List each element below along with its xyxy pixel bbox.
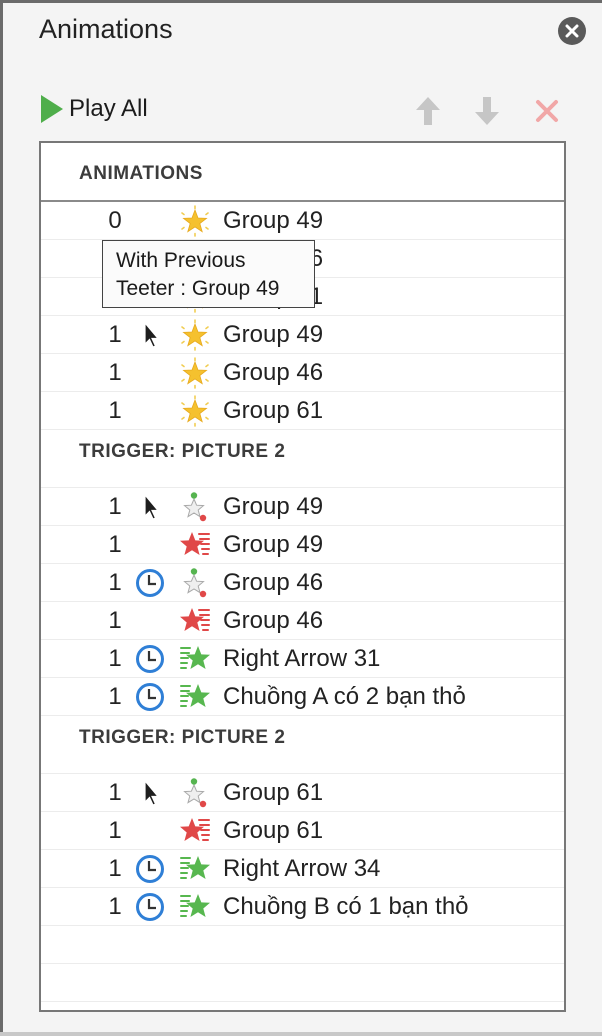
tooltip-timing: With Previous bbox=[116, 249, 246, 272]
list-header-title: ANIMATIONS bbox=[79, 163, 203, 184]
exit-star-icon bbox=[179, 815, 211, 847]
animation-target-name: Group 46 bbox=[223, 359, 324, 386]
animation-target-name: Group 61 bbox=[223, 817, 324, 844]
sparkle-star-icon bbox=[179, 357, 211, 389]
animation-order: 1 bbox=[108, 493, 122, 520]
exit-star-icon bbox=[179, 605, 211, 637]
on-click-pointer-icon bbox=[135, 492, 165, 522]
arrow-down-icon bbox=[475, 97, 499, 125]
exit-star-icon bbox=[179, 529, 211, 561]
animation-row[interactable]: 1 Right Arrow 34 bbox=[41, 850, 564, 888]
animation-row[interactable]: 1 Right Arrow 31 bbox=[41, 640, 564, 678]
panel-bottom-edge bbox=[0, 1032, 602, 1036]
play-icon bbox=[41, 95, 63, 123]
animation-row[interactable]: 1 Group 61 bbox=[41, 812, 564, 850]
after-previous-clock-icon bbox=[135, 644, 165, 674]
animation-target-name: Group 46 bbox=[223, 607, 324, 634]
animation-target-name: Group 49 bbox=[223, 531, 324, 558]
play-all-button[interactable]: Play All bbox=[39, 94, 148, 124]
empty-row bbox=[41, 926, 564, 964]
animation-order: 1 bbox=[108, 893, 122, 920]
animation-target-name: Group 61 bbox=[223, 397, 324, 424]
animation-row[interactable]: 1 Group 49 bbox=[41, 526, 564, 564]
animation-row[interactable]: 1 Chuồng B có 1 bạn thỏ bbox=[41, 888, 564, 926]
animation-order: 1 bbox=[108, 855, 122, 882]
toolbar: Play All bbox=[39, 94, 572, 128]
animation-target-name: Group 49 bbox=[223, 207, 324, 234]
sparkle-star-icon bbox=[179, 205, 211, 237]
remove-animation-button[interactable] bbox=[532, 96, 562, 126]
after-previous-clock-icon bbox=[135, 892, 165, 922]
entrance-star-icon bbox=[179, 681, 211, 713]
after-previous-clock-icon bbox=[135, 568, 165, 598]
animation-order: 1 bbox=[108, 397, 122, 424]
on-click-pointer-icon bbox=[135, 778, 165, 808]
animation-order: 1 bbox=[108, 569, 122, 596]
list-header: ANIMATIONS bbox=[41, 143, 564, 202]
animation-row[interactable]: 1 Group 46 bbox=[41, 354, 564, 392]
animation-target-name: Group 61 bbox=[223, 779, 324, 806]
animation-order: 1 bbox=[108, 321, 122, 348]
animation-row[interactable]: 1 Group 61 bbox=[41, 774, 564, 812]
animation-row[interactable]: 1 Group 49 bbox=[41, 488, 564, 526]
animation-target-name: Right Arrow 31 bbox=[223, 645, 381, 672]
animation-target-name: Chuồng B có 1 bạn thỏ bbox=[223, 893, 469, 920]
panel-title: Animations bbox=[39, 14, 173, 44]
animation-target-name: Group 49 bbox=[223, 493, 324, 520]
animation-order: 1 bbox=[108, 779, 122, 806]
close-icon bbox=[565, 24, 579, 38]
on-click-pointer-icon bbox=[135, 320, 165, 350]
close-panel-button[interactable] bbox=[558, 17, 586, 45]
trigger-title: TRIGGER: PICTURE 2 bbox=[79, 441, 286, 462]
path-star-icon bbox=[179, 777, 211, 809]
entrance-star-icon bbox=[179, 891, 211, 923]
trigger-section-header: TRIGGER: PICTURE 2 bbox=[41, 430, 564, 488]
animation-target-name: Group 46 bbox=[223, 569, 324, 596]
move-down-button[interactable] bbox=[472, 96, 502, 126]
tooltip-effect: Teeter : Group 49 bbox=[116, 277, 280, 300]
animation-row[interactable]: 1 Group 49 bbox=[41, 316, 564, 354]
animation-order: 0 bbox=[108, 207, 122, 234]
path-star-icon bbox=[179, 491, 211, 523]
animation-tooltip: With Previous Teeter : Group 49 bbox=[102, 240, 315, 308]
entrance-star-icon bbox=[179, 853, 211, 885]
animation-row[interactable]: 1 Group 46 bbox=[41, 564, 564, 602]
after-previous-clock-icon bbox=[135, 682, 165, 712]
animation-order: 1 bbox=[108, 817, 122, 844]
animation-order: 1 bbox=[108, 359, 122, 386]
play-all-label: Play All bbox=[69, 95, 148, 122]
delete-x-icon bbox=[536, 100, 558, 122]
move-up-button[interactable] bbox=[413, 96, 443, 126]
animation-row[interactable]: 1 Chuồng A có 2 bạn thỏ bbox=[41, 678, 564, 716]
entrance-star-icon bbox=[179, 643, 211, 675]
animation-target-name: Group 49 bbox=[223, 321, 324, 348]
animation-order: 1 bbox=[108, 645, 122, 672]
animation-target-name: Right Arrow 34 bbox=[223, 855, 381, 882]
sparkle-star-icon bbox=[179, 395, 211, 427]
animation-target-name: Chuồng A có 2 bạn thỏ bbox=[223, 683, 466, 710]
animation-order: 1 bbox=[108, 531, 122, 558]
animation-order: 1 bbox=[108, 683, 122, 710]
animation-row[interactable]: 0 Group 49 bbox=[41, 202, 564, 240]
empty-row bbox=[41, 964, 564, 1002]
animation-row[interactable]: 1 Group 61 bbox=[41, 392, 564, 430]
animation-order: 1 bbox=[108, 607, 122, 634]
sparkle-star-icon bbox=[179, 319, 211, 351]
arrow-up-icon bbox=[416, 97, 440, 125]
after-previous-clock-icon bbox=[135, 854, 165, 884]
animation-row[interactable]: 1 Group 46 bbox=[41, 602, 564, 640]
trigger-section-header: TRIGGER: PICTURE 2 bbox=[41, 716, 564, 774]
path-star-icon bbox=[179, 567, 211, 599]
trigger-title: TRIGGER: PICTURE 2 bbox=[79, 727, 286, 748]
